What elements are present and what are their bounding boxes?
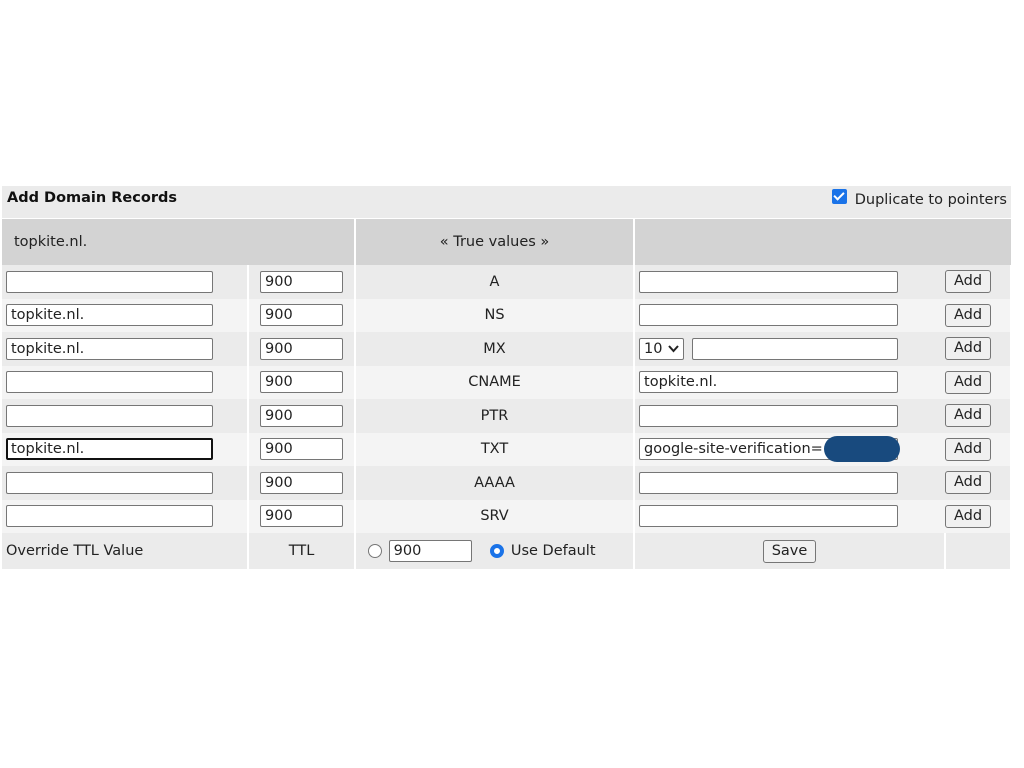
add-button[interactable]: Add xyxy=(945,404,992,428)
record-type: MX xyxy=(355,332,636,366)
add-button[interactable]: Add xyxy=(945,504,992,528)
add-button[interactable]: Add xyxy=(945,303,992,327)
custom-ttl-radio[interactable] xyxy=(368,544,383,558)
record-row-a: 900 A Add xyxy=(2,265,1013,299)
record-type: PTR xyxy=(355,399,636,433)
duplicate-checkbox[interactable] xyxy=(831,188,847,204)
duplicate-label: Duplicate to pointers xyxy=(854,192,1007,208)
value-input[interactable] xyxy=(692,337,899,360)
record-type: AAAA xyxy=(355,466,636,500)
record-type: CNAME xyxy=(355,365,636,399)
ttl-input[interactable]: 900 xyxy=(260,505,343,528)
record-row-mx: topkite.nl. 900 MX 10 Add xyxy=(2,332,1013,366)
panel-title: Add Domain Records xyxy=(7,190,177,206)
name-input[interactable]: topkite.nl. xyxy=(6,304,213,327)
value-input[interactable] xyxy=(639,270,899,293)
value-input[interactable] xyxy=(639,404,899,427)
ttl-input[interactable]: 900 xyxy=(260,471,343,494)
record-row-txt: topkite.nl. 900 TXT google-site-verifica… xyxy=(2,432,1013,466)
name-input[interactable] xyxy=(6,270,213,293)
true-values-header: « True values » xyxy=(355,219,636,265)
ttl-label: TTL xyxy=(248,533,357,569)
record-type: TXT xyxy=(355,432,636,466)
mx-priority-select[interactable]: 10 xyxy=(639,337,685,360)
ttl-input[interactable]: 900 xyxy=(260,438,343,461)
value-header xyxy=(634,219,1012,265)
name-input[interactable] xyxy=(6,471,213,494)
value-input[interactable] xyxy=(639,505,899,528)
name-input[interactable] xyxy=(6,371,213,394)
add-button[interactable]: Add xyxy=(945,270,992,294)
mx-priority-value: 10 xyxy=(644,340,663,357)
panel-title-bar: Add Domain Records Duplicate to pointers xyxy=(2,186,1011,219)
duplicate-to-pointers-option[interactable]: Duplicate to pointers xyxy=(831,188,1007,208)
name-input[interactable]: topkite.nl. xyxy=(6,438,213,461)
override-ttl-input[interactable]: 900 xyxy=(388,540,472,562)
add-button[interactable]: Add xyxy=(945,437,992,461)
ttl-input[interactable]: 900 xyxy=(260,304,343,327)
record-type: A xyxy=(355,265,636,299)
chevron-down-icon xyxy=(668,345,680,353)
value-input[interactable]: topkite.nl. xyxy=(639,371,899,394)
use-default-radio[interactable] xyxy=(490,544,505,558)
name-input[interactable] xyxy=(6,505,213,528)
add-domain-records-panel: Add Domain Records Duplicate to pointers… xyxy=(2,186,1013,569)
value-input[interactable] xyxy=(639,304,899,327)
record-row-cname: 900 CNAME topkite.nl. Add xyxy=(2,365,1013,399)
record-row-aaaa: 900 AAAA Add xyxy=(2,466,1013,500)
records-table: topkite.nl. « True values » 900 A Add to… xyxy=(2,219,1013,569)
record-type: NS xyxy=(355,298,636,332)
record-row-srv: 900 SRV Add xyxy=(2,499,1013,533)
use-default-label: Use Default xyxy=(510,543,596,559)
add-button[interactable]: Add xyxy=(945,471,992,495)
add-button[interactable]: Add xyxy=(945,370,992,394)
add-button[interactable]: Add xyxy=(945,337,992,361)
override-ttl-row: Override TTL Value TTL 900 Use Default S… xyxy=(2,533,1013,569)
override-ttl-label: Override TTL Value xyxy=(2,533,249,569)
domain-name-header: topkite.nl. xyxy=(2,219,357,265)
record-type: SRV xyxy=(355,499,636,533)
ttl-input[interactable]: 900 xyxy=(260,404,343,427)
record-row-ns: topkite.nl. 900 NS Add xyxy=(2,298,1013,332)
name-input[interactable]: topkite.nl. xyxy=(6,337,213,360)
ttl-input[interactable]: 900 xyxy=(260,270,343,293)
ttl-input[interactable]: 900 xyxy=(260,371,343,394)
record-row-ptr: 900 PTR Add xyxy=(2,399,1013,433)
table-header-row: topkite.nl. « True values » xyxy=(2,219,1012,265)
value-input[interactable] xyxy=(639,471,899,494)
save-button[interactable]: Save xyxy=(762,539,817,563)
name-input[interactable] xyxy=(6,404,213,427)
ttl-input[interactable]: 900 xyxy=(260,337,343,360)
redaction-mark xyxy=(824,436,901,463)
footer-empty-cell xyxy=(945,533,1013,569)
